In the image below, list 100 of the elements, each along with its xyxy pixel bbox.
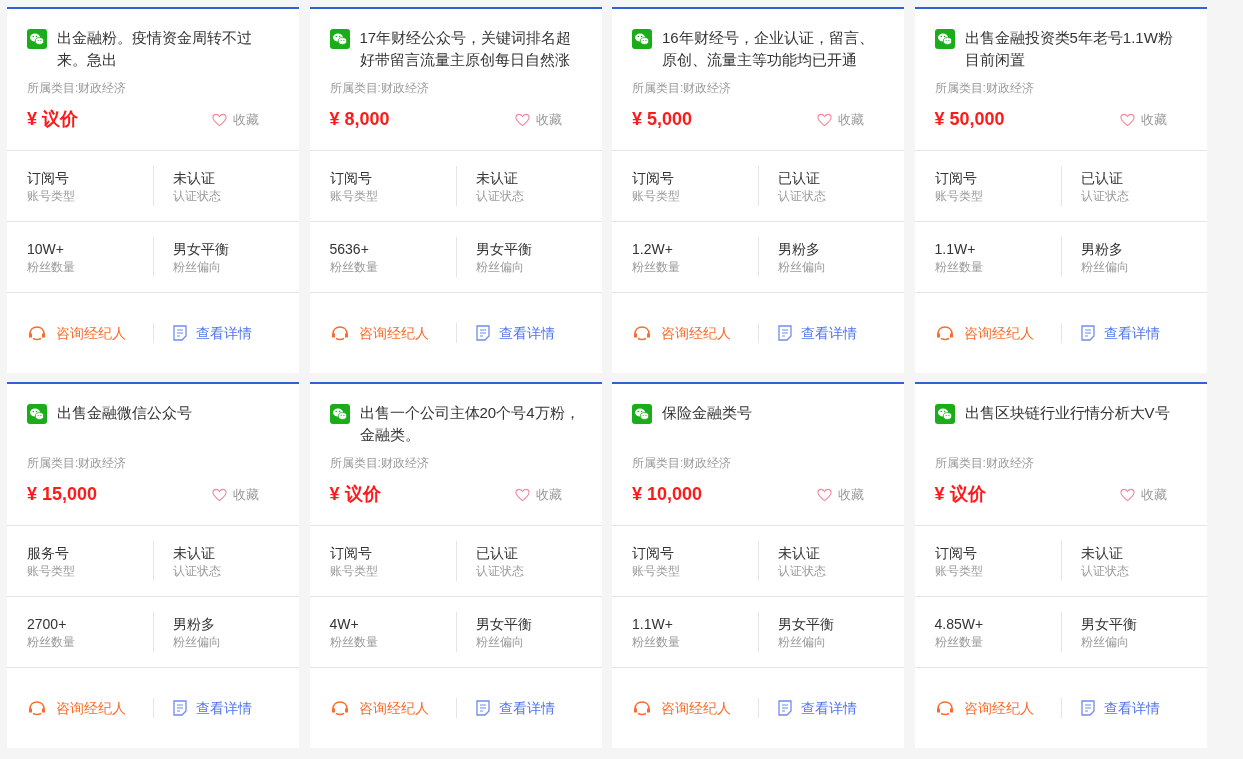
- stat-label: 账号类型: [632, 188, 681, 204]
- document-icon: [778, 325, 792, 341]
- headset-icon: [329, 700, 350, 716]
- stat-value: 2700+: [27, 615, 68, 634]
- stat-value: 订阅号: [329, 169, 373, 188]
- consult-agent-link[interactable]: 咨询经纪人: [27, 322, 126, 344]
- view-details-link[interactable]: 查看详情: [1080, 697, 1160, 719]
- document-icon: [1080, 325, 1095, 341]
- stat-label: 账号类型: [27, 563, 76, 579]
- stat-value: 订阅号: [632, 169, 675, 188]
- listing-title[interactable]: 出售金融微信公众号: [57, 402, 192, 424]
- document-icon: [173, 325, 187, 341]
- listing-title[interactable]: 16年财经号，企业认证，留言、原创、流量主等功能均已开通: [662, 27, 884, 71]
- category-text: 所属类目:财政经济: [934, 455, 1035, 471]
- favorite-button[interactable]: 收藏: [212, 109, 259, 130]
- listing-title[interactable]: 出金融粉。疫情资金周转不过来。急出: [57, 27, 279, 71]
- stat-label: 粉丝偏向: [1080, 259, 1130, 275]
- category-text: 所属类目:财政经济: [329, 80, 430, 96]
- heart-icon: [1119, 487, 1135, 502]
- view-details-link[interactable]: 查看详情: [475, 697, 555, 719]
- price: ¥ 15,000: [27, 483, 99, 506]
- consult-agent-link[interactable]: 咨询经纪人: [329, 697, 429, 719]
- stat-label: 账号类型: [27, 188, 76, 204]
- chat-app-icon: [934, 404, 955, 424]
- view-details-link[interactable]: 查看详情: [475, 322, 555, 344]
- price: ¥ 8,000: [329, 108, 391, 131]
- stat-value: 订阅号: [934, 544, 978, 563]
- stat-value: 男粉多: [1080, 240, 1124, 259]
- document-icon: [475, 700, 490, 716]
- heart-icon: [817, 487, 832, 502]
- stat-value: 男女平衡: [1080, 615, 1138, 634]
- view-details-link[interactable]: 查看详情: [173, 322, 252, 344]
- chat-app-icon: [329, 29, 350, 49]
- stat-value: 男女平衡: [173, 240, 230, 259]
- stat-label: 粉丝偏向: [778, 634, 827, 650]
- stat-value: 男女平衡: [475, 615, 533, 634]
- view-details-link[interactable]: 查看详情: [778, 697, 857, 719]
- stat-value: 订阅号: [934, 169, 978, 188]
- listing-title[interactable]: 17年财经公众号，关键词排名超好带留言流量主原创每日自然涨: [359, 27, 582, 71]
- heart-icon: [817, 112, 832, 127]
- stat-label: 粉丝数量: [934, 634, 984, 650]
- stat-value: 订阅号: [27, 169, 70, 188]
- category-text: 所属类目:财政经济: [27, 80, 128, 96]
- consult-agent-link[interactable]: 咨询经纪人: [934, 322, 1034, 344]
- stat-label: 粉丝偏向: [778, 259, 827, 275]
- chat-app-icon: [632, 29, 652, 49]
- consult-agent-link[interactable]: 咨询经纪人: [934, 697, 1034, 719]
- document-icon: [173, 700, 187, 716]
- favorite-button[interactable]: 收藏: [212, 484, 259, 505]
- stat-label: 认证状态: [173, 563, 222, 579]
- heart-icon: [212, 112, 227, 127]
- view-details-link[interactable]: 查看详情: [1080, 322, 1160, 344]
- stat-value: 未认证: [173, 169, 216, 188]
- stat-value: 已认证: [778, 169, 821, 188]
- stat-value: 男粉多: [778, 240, 821, 259]
- favorite-button[interactable]: 收藏: [817, 109, 864, 130]
- favorite-button[interactable]: 收藏: [514, 484, 562, 505]
- stat-value: 订阅号: [329, 544, 373, 563]
- stat-label: 账号类型: [329, 563, 379, 579]
- document-icon: [1080, 700, 1095, 716]
- listing-title[interactable]: 出售区块链行业行情分析大V号: [964, 402, 1170, 424]
- view-details-link[interactable]: 查看详情: [173, 697, 252, 719]
- stat-value: 未认证: [1080, 544, 1124, 563]
- stat-label: 认证状态: [1080, 563, 1130, 579]
- view-details-link[interactable]: 查看详情: [778, 322, 857, 344]
- price: ¥ 议价: [27, 108, 79, 131]
- listing-title[interactable]: 保险金融类号: [662, 402, 752, 424]
- favorite-button[interactable]: 收藏: [1119, 484, 1167, 505]
- listing-title[interactable]: 出售一个公司主体20个号4万粉，金融类。: [359, 402, 582, 446]
- consult-agent-link[interactable]: 咨询经纪人: [632, 697, 731, 719]
- stat-value: 1.2W+: [632, 240, 674, 259]
- chat-app-icon: [632, 404, 652, 424]
- favorite-button[interactable]: 收藏: [1119, 109, 1167, 130]
- stat-label: 粉丝数量: [632, 259, 681, 275]
- stat-label: 认证状态: [475, 188, 525, 204]
- headset-icon: [27, 325, 47, 341]
- consult-agent-link[interactable]: 咨询经纪人: [27, 697, 126, 719]
- listing-title[interactable]: 出售金融投资类5年老号1.1W粉目前闲置: [964, 27, 1187, 71]
- stat-value: 5636+: [329, 240, 370, 259]
- stat-label: 账号类型: [934, 563, 984, 579]
- heart-icon: [514, 487, 530, 502]
- stat-label: 账号类型: [632, 563, 681, 579]
- stat-label: 认证状态: [173, 188, 222, 204]
- favorite-button[interactable]: 收藏: [514, 109, 562, 130]
- stat-label: 粉丝数量: [27, 259, 76, 275]
- chat-app-icon: [934, 29, 955, 49]
- stat-value: 10W+: [27, 240, 65, 259]
- favorite-button[interactable]: 收藏: [817, 484, 864, 505]
- headset-icon: [329, 325, 350, 341]
- headset-icon: [632, 325, 652, 341]
- consult-agent-link[interactable]: 咨询经纪人: [329, 322, 429, 344]
- headset-icon: [27, 700, 47, 716]
- heart-icon: [1119, 112, 1135, 127]
- stat-label: 粉丝数量: [27, 634, 76, 650]
- headset-icon: [632, 700, 652, 716]
- stat-label: 粉丝偏向: [173, 634, 222, 650]
- consult-agent-link[interactable]: 咨询经纪人: [632, 322, 731, 344]
- stat-value: 未认证: [475, 169, 519, 188]
- price: ¥ 50,000: [934, 108, 1006, 131]
- chat-app-icon: [27, 29, 47, 49]
